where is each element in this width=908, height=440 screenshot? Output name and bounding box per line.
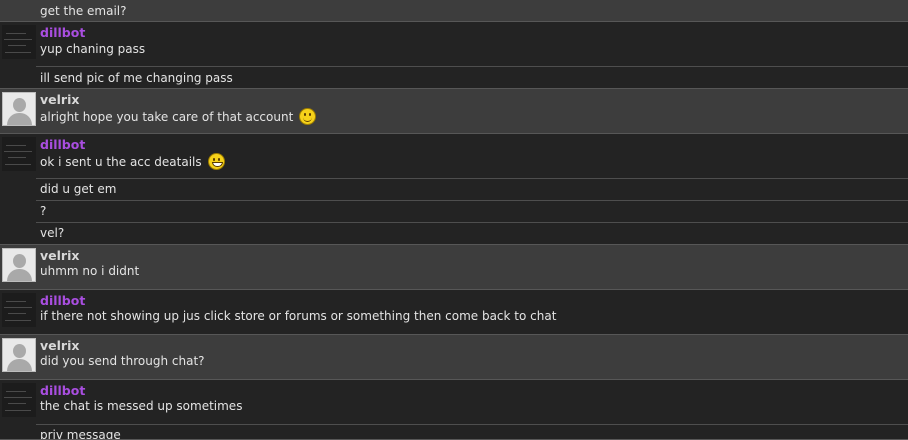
avatar[interactable] [2, 293, 36, 327]
message-line: ok i sent u the acc deatails [40, 153, 225, 171]
message-text: ? [40, 204, 47, 218]
message-text: ill send pic of me changing pass [40, 71, 233, 85]
message-divider [36, 200, 908, 201]
avatar[interactable] [2, 383, 36, 417]
message-group: dillbot the chat is messed up sometimes … [0, 380, 908, 440]
message-text: did u get em [40, 182, 117, 196]
message-text: get the email? [40, 4, 127, 18]
message-group: dillbot ok i sent u the acc deatails did… [0, 134, 908, 245]
message-group: velrix did you send through chat? [0, 335, 908, 380]
grin-emoji-icon [207, 153, 225, 170]
message-text: yup chaning pass [40, 42, 146, 56]
message-group: dillbot if there not showing up jus clic… [0, 290, 908, 335]
message-text: ok i sent u the acc deatails [40, 155, 202, 169]
username[interactable]: dillbot [40, 25, 85, 41]
message-text: if there not showing up jus click store … [40, 309, 557, 323]
username[interactable]: dillbot [40, 293, 85, 309]
message-group: velrix uhmm no i didnt [0, 245, 908, 290]
message-text: uhmm no i didnt [40, 264, 140, 278]
username[interactable]: velrix [40, 92, 79, 108]
message-divider [36, 178, 908, 179]
message-text: did you send through chat? [40, 354, 205, 368]
message-text: vel? [40, 226, 65, 240]
username[interactable]: dillbot [40, 137, 85, 153]
message-text: priv message [40, 428, 121, 440]
chat-log: get the email? dillbot yup chaning pass … [0, 0, 908, 440]
message-divider [36, 66, 908, 67]
avatar[interactable] [2, 137, 36, 171]
avatar[interactable] [2, 25, 36, 59]
avatar[interactable] [2, 248, 36, 282]
message-group: dillbot yup chaning pass ill send pic of… [0, 22, 908, 89]
message-line: alright hope you take care of that accou… [40, 108, 317, 126]
message-group: get the email? [0, 0, 908, 22]
username[interactable]: dillbot [40, 383, 85, 399]
message-divider [36, 424, 908, 425]
message-text: alright hope you take care of that accou… [40, 110, 294, 124]
message-text: the chat is messed up sometimes [40, 399, 243, 413]
avatar[interactable] [2, 338, 36, 372]
username[interactable]: velrix [40, 338, 79, 354]
message-group: velrix alright hope you take care of tha… [0, 89, 908, 134]
smile-emoji-icon [299, 108, 317, 125]
avatar[interactable] [2, 92, 36, 126]
username[interactable]: velrix [40, 248, 79, 264]
message-divider [36, 222, 908, 223]
